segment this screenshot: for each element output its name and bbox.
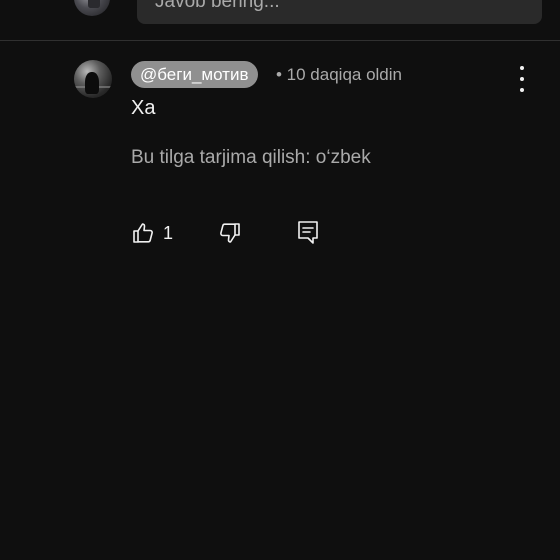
reply-button[interactable] <box>296 219 320 247</box>
like-button[interactable]: 1 <box>131 219 173 247</box>
thumbs-down-icon <box>220 223 240 243</box>
reply-comment-icon <box>298 221 318 244</box>
more-dot <box>520 66 524 70</box>
more-vertical-icon[interactable] <box>510 66 534 92</box>
more-dot <box>520 88 524 92</box>
thumbs-up-icon <box>133 223 153 243</box>
reply-input[interactable]: Javob bering... <box>137 0 542 24</box>
like-count: 1 <box>163 222 174 243</box>
comment-thread-page: Javob bering... @беги_мотив • 10 daqiqa … <box>0 0 560 560</box>
comment-timestamp: • 10 daqiqa oldin <box>276 65 402 84</box>
comment-author-name[interactable]: @беги_мотив <box>131 61 258 88</box>
divider <box>0 40 560 41</box>
comment-author-avatar[interactable] <box>74 60 112 98</box>
more-dot <box>520 77 524 81</box>
dislike-button[interactable] <box>218 219 242 247</box>
comment-text: Xa <box>131 97 156 119</box>
current-user-avatar <box>74 0 110 16</box>
avatar-image-figure <box>85 72 99 94</box>
translate-link[interactable]: Bu tilga tarjima qilish: o‘zbek <box>131 146 371 170</box>
